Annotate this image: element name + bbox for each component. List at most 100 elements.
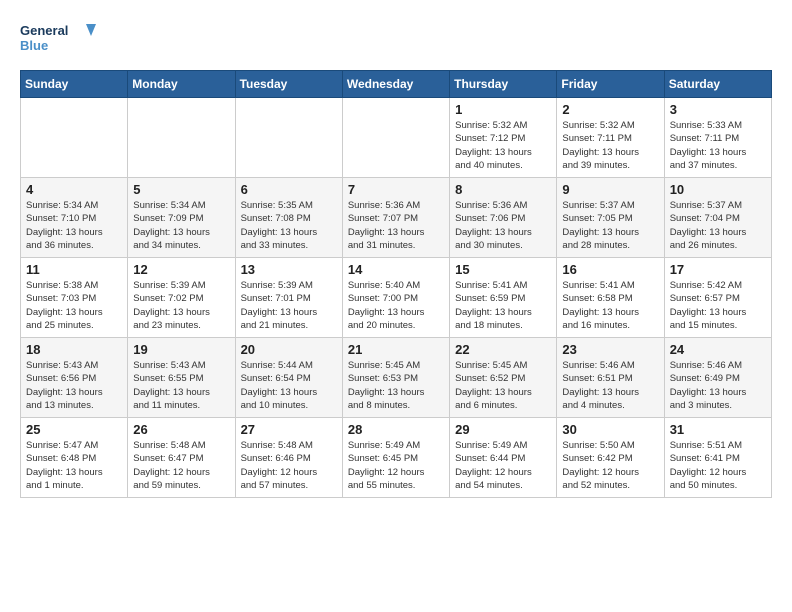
day-number: 19 xyxy=(133,342,229,357)
day-cell: 23Sunrise: 5:46 AM Sunset: 6:51 PM Dayli… xyxy=(557,338,664,418)
calendar-table: SundayMondayTuesdayWednesdayThursdayFrid… xyxy=(20,70,772,498)
day-info: Sunrise: 5:36 AM Sunset: 7:07 PM Dayligh… xyxy=(348,199,444,252)
day-cell: 15 Sunrise: 5:41 AM Sunset: 6:59 PM Dayli… xyxy=(450,258,557,338)
svg-text:Blue: Blue xyxy=(20,38,48,53)
day-info: Sunrise: 5:46 AM Sunset: 6:49 PM Dayligh… xyxy=(670,359,766,412)
day-info: Sunrise: 5:36 AM Sunset: 7:06 PM Dayligh… xyxy=(455,199,551,252)
day-cell xyxy=(128,98,235,178)
day-info: Sunrise: 5:48 AM Sunset: 6:47 PM Dayligh… xyxy=(133,439,229,492)
weekday-header-sunday: Sunday xyxy=(21,71,128,98)
day-number: 20 xyxy=(241,342,337,357)
day-number: 13 xyxy=(241,262,337,277)
day-info: Sunrise: 5:42 AM Sunset: 6:57 PM Dayligh… xyxy=(670,279,766,332)
week-row-4: 18 Sunrise: 5:43 AM Sunset: 6:56 PM Dayli… xyxy=(21,338,772,418)
day-info: Sunrise: 5:49 AM Sunset: 6:45 PM Dayligh… xyxy=(348,439,444,492)
weekday-header-wednesday: Wednesday xyxy=(342,71,449,98)
day-number: 8 xyxy=(455,182,551,197)
day-number: 30 xyxy=(562,422,658,437)
weekday-header-thursday: Thursday xyxy=(450,71,557,98)
logo-svg: General Blue xyxy=(20,20,100,60)
day-cell: 8 Sunrise: 5:36 AM Sunset: 7:06 PM Daylig… xyxy=(450,178,557,258)
day-number: 21 xyxy=(348,342,444,357)
day-cell: 4 Sunrise: 5:34 AM Sunset: 7:10 PM Daylig… xyxy=(21,178,128,258)
day-info: Sunrise: 5:32 AM Sunset: 7:12 PM Dayligh… xyxy=(455,119,551,172)
day-cell: 25 Sunrise: 5:47 AM Sunset: 6:48 PM Dayli… xyxy=(21,418,128,498)
day-cell: 22Sunrise: 5:45 AM Sunset: 6:52 PM Dayli… xyxy=(450,338,557,418)
day-cell: 5Sunrise: 5:34 AM Sunset: 7:09 PM Daylig… xyxy=(128,178,235,258)
day-cell: 31Sunrise: 5:51 AM Sunset: 6:41 PM Dayli… xyxy=(664,418,771,498)
day-number: 6 xyxy=(241,182,337,197)
day-number: 2 xyxy=(562,102,658,117)
day-cell: 2 Sunrise: 5:32 AM Sunset: 7:11 PM Daylig… xyxy=(557,98,664,178)
day-info: Sunrise: 5:39 AM Sunset: 7:02 PM Dayligh… xyxy=(133,279,229,332)
day-info: Sunrise: 5:37 AM Sunset: 7:05 PM Dayligh… xyxy=(562,199,658,252)
day-number: 26 xyxy=(133,422,229,437)
day-number: 25 xyxy=(26,422,122,437)
day-info: Sunrise: 5:46 AM Sunset: 6:51 PM Dayligh… xyxy=(562,359,658,412)
day-cell xyxy=(342,98,449,178)
day-number: 17 xyxy=(670,262,766,277)
day-cell: 11 Sunrise: 5:38 AM Sunset: 7:03 PM Dayli… xyxy=(21,258,128,338)
day-number: 14 xyxy=(348,262,444,277)
day-number: 9 xyxy=(562,182,658,197)
day-cell: 17 Sunrise: 5:42 AM Sunset: 6:57 PM Dayli… xyxy=(664,258,771,338)
day-info: Sunrise: 5:41 AM Sunset: 6:59 PM Dayligh… xyxy=(455,279,551,332)
day-info: Sunrise: 5:34 AM Sunset: 7:10 PM Dayligh… xyxy=(26,199,122,252)
day-cell: 29Sunrise: 5:49 AM Sunset: 6:44 PM Dayli… xyxy=(450,418,557,498)
page-header: General Blue xyxy=(20,20,772,60)
day-info: Sunrise: 5:38 AM Sunset: 7:03 PM Dayligh… xyxy=(26,279,122,332)
day-cell: 16 Sunrise: 5:41 AM Sunset: 6:58 PM Dayli… xyxy=(557,258,664,338)
weekday-header-monday: Monday xyxy=(128,71,235,98)
weekday-header-row: SundayMondayTuesdayWednesdayThursdayFrid… xyxy=(21,71,772,98)
day-cell xyxy=(21,98,128,178)
day-number: 15 xyxy=(455,262,551,277)
day-info: Sunrise: 5:40 AM Sunset: 7:00 PM Dayligh… xyxy=(348,279,444,332)
day-cell: 27 Sunrise: 5:48 AM Sunset: 6:46 PM Dayli… xyxy=(235,418,342,498)
day-info: Sunrise: 5:35 AM Sunset: 7:08 PM Dayligh… xyxy=(241,199,337,252)
day-cell: 12 Sunrise: 5:39 AM Sunset: 7:02 PM Dayli… xyxy=(128,258,235,338)
day-cell: 24 Sunrise: 5:46 AM Sunset: 6:49 PM Dayli… xyxy=(664,338,771,418)
week-row-3: 11 Sunrise: 5:38 AM Sunset: 7:03 PM Dayli… xyxy=(21,258,772,338)
weekday-header-saturday: Saturday xyxy=(664,71,771,98)
day-cell: 7 Sunrise: 5:36 AM Sunset: 7:07 PM Daylig… xyxy=(342,178,449,258)
svg-text:General: General xyxy=(20,23,68,38)
day-info: Sunrise: 5:51 AM Sunset: 6:41 PM Dayligh… xyxy=(670,439,766,492)
day-number: 22 xyxy=(455,342,551,357)
week-row-1: 1 Sunrise: 5:32 AM Sunset: 7:12 PM Daylig… xyxy=(21,98,772,178)
day-number: 1 xyxy=(455,102,551,117)
day-info: Sunrise: 5:33 AM Sunset: 7:11 PM Dayligh… xyxy=(670,119,766,172)
day-info: Sunrise: 5:50 AM Sunset: 6:42 PM Dayligh… xyxy=(562,439,658,492)
logo: General Blue xyxy=(20,20,100,60)
day-number: 4 xyxy=(26,182,122,197)
day-cell xyxy=(235,98,342,178)
day-info: Sunrise: 5:34 AM Sunset: 7:09 PM Dayligh… xyxy=(133,199,229,252)
day-cell: 21 Sunrise: 5:45 AM Sunset: 6:53 PM Dayli… xyxy=(342,338,449,418)
day-cell: 9 Sunrise: 5:37 AM Sunset: 7:05 PM Daylig… xyxy=(557,178,664,258)
day-info: Sunrise: 5:41 AM Sunset: 6:58 PM Dayligh… xyxy=(562,279,658,332)
day-number: 28 xyxy=(348,422,444,437)
day-cell: 14 Sunrise: 5:40 AM Sunset: 7:00 PM Dayli… xyxy=(342,258,449,338)
day-number: 12 xyxy=(133,262,229,277)
day-cell: 20 Sunrise: 5:44 AM Sunset: 6:54 PM Dayli… xyxy=(235,338,342,418)
day-cell: 10Sunrise: 5:37 AM Sunset: 7:04 PM Dayli… xyxy=(664,178,771,258)
day-number: 11 xyxy=(26,262,122,277)
day-info: Sunrise: 5:47 AM Sunset: 6:48 PM Dayligh… xyxy=(26,439,122,492)
day-number: 16 xyxy=(562,262,658,277)
day-info: Sunrise: 5:32 AM Sunset: 7:11 PM Dayligh… xyxy=(562,119,658,172)
day-info: Sunrise: 5:45 AM Sunset: 6:53 PM Dayligh… xyxy=(348,359,444,412)
day-cell: 28 Sunrise: 5:49 AM Sunset: 6:45 PM Dayli… xyxy=(342,418,449,498)
day-info: Sunrise: 5:49 AM Sunset: 6:44 PM Dayligh… xyxy=(455,439,551,492)
day-info: Sunrise: 5:48 AM Sunset: 6:46 PM Dayligh… xyxy=(241,439,337,492)
day-cell: 6 Sunrise: 5:35 AM Sunset: 7:08 PM Daylig… xyxy=(235,178,342,258)
day-cell: 19Sunrise: 5:43 AM Sunset: 6:55 PM Dayli… xyxy=(128,338,235,418)
day-number: 7 xyxy=(348,182,444,197)
day-number: 24 xyxy=(670,342,766,357)
day-number: 27 xyxy=(241,422,337,437)
day-info: Sunrise: 5:43 AM Sunset: 6:56 PM Dayligh… xyxy=(26,359,122,412)
day-number: 3 xyxy=(670,102,766,117)
day-cell: 30 Sunrise: 5:50 AM Sunset: 6:42 PM Dayli… xyxy=(557,418,664,498)
day-number: 18 xyxy=(26,342,122,357)
day-info: Sunrise: 5:44 AM Sunset: 6:54 PM Dayligh… xyxy=(241,359,337,412)
day-info: Sunrise: 5:37 AM Sunset: 7:04 PM Dayligh… xyxy=(670,199,766,252)
day-cell: 18 Sunrise: 5:43 AM Sunset: 6:56 PM Dayli… xyxy=(21,338,128,418)
